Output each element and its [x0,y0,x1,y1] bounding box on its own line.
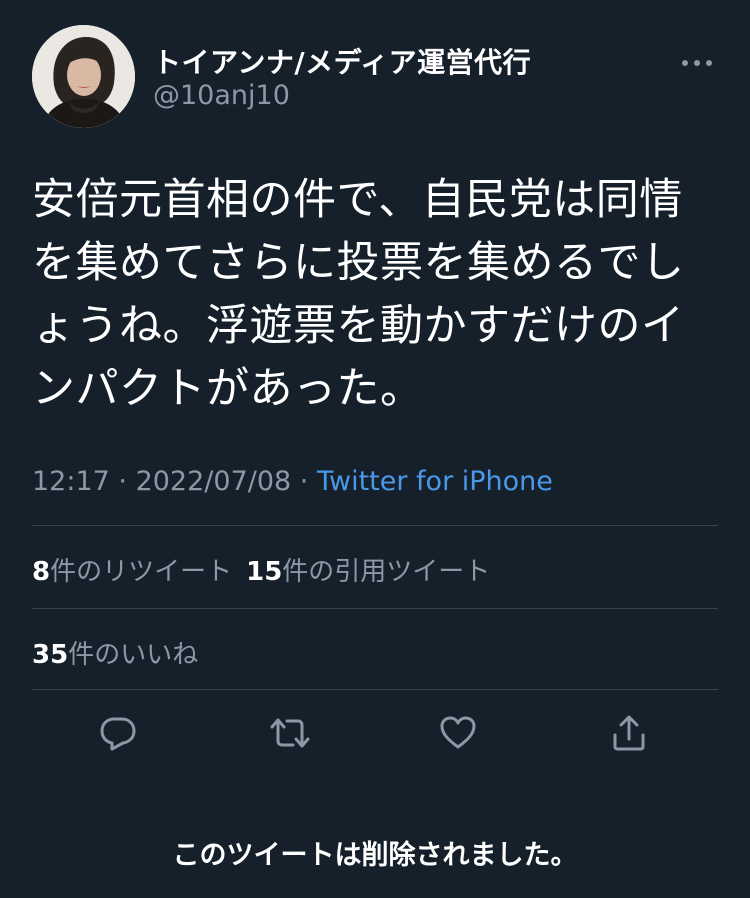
action-bar [0,707,750,763]
share-button[interactable] [601,707,657,763]
divider [32,689,718,690]
retweet-count: 8 [32,557,51,587]
retweet-icon [269,713,311,757]
tweet-date[interactable]: 2022/07/08 [136,466,292,497]
display-name[interactable]: トイアンナ/メディア運営代行 [153,41,531,81]
tweet-source-link[interactable]: Twitter for iPhone [317,466,553,497]
quotes-stat[interactable]: 15件の引用ツイート [246,557,490,587]
like-label: 件のいいね [68,640,199,670]
quote-count: 15 [246,557,283,587]
avatar-image [32,25,135,128]
retweet-stats: 8件のリツイート 15件の引用ツイート [32,551,490,588]
retweet-label: 件のリツイート [50,557,233,587]
divider [32,608,718,609]
tweet-metadata: 12:17 · 2022/07/08 · Twitter for iPhone [32,466,553,497]
more-options-icon[interactable] [680,53,714,66]
like-count: 35 [32,640,69,670]
meta-separator: · [299,466,317,497]
tweet-header: トイアンナ/メディア運営代行 @10anj10 [32,25,722,130]
avatar[interactable] [32,25,135,128]
retweets-stat[interactable]: 8件のリツイート [32,557,232,587]
tweet-detail: トイアンナ/メディア運営代行 @10anj10 安倍元首相の件で、自民党は同情を… [0,0,750,898]
divider [32,525,718,526]
quote-label: 件の引用ツイート [282,557,491,587]
like-stats[interactable]: 35件のいいね [32,634,198,671]
share-icon [609,713,649,757]
reply-button[interactable] [90,707,146,763]
deleted-notice: このツイートは削除されました。 [172,840,578,871]
reply-icon [98,713,138,757]
meta-separator: · [118,466,136,497]
like-button[interactable] [430,707,486,763]
retweet-button[interactable] [262,707,318,763]
heart-icon [438,713,478,757]
user-handle[interactable]: @10anj10 [153,80,290,111]
tweet-time[interactable]: 12:17 [32,466,110,497]
tweet-text: 安倍元首相の件で、自民党は同情を集めてさらに投票を集めるでしょうね。浮遊票を動か… [32,175,685,414]
